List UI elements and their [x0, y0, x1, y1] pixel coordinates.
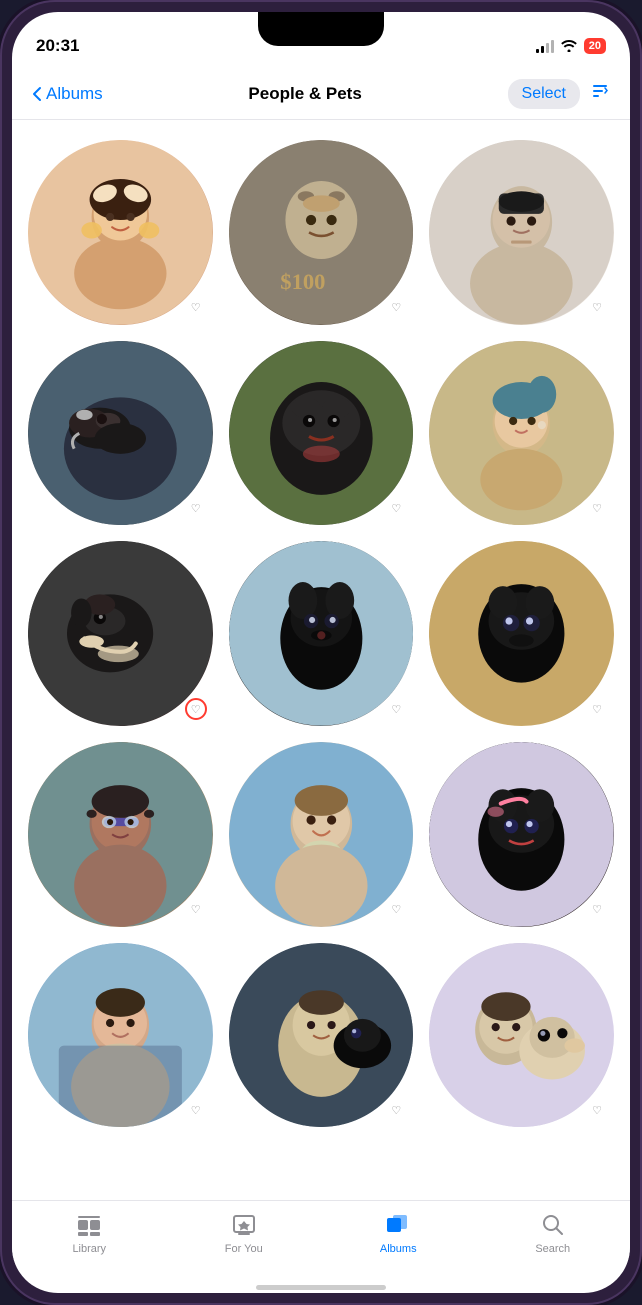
- home-indicator: [12, 1285, 630, 1293]
- heart-button-6[interactable]: ♡: [586, 497, 608, 519]
- photo-circle: [229, 943, 414, 1128]
- photo-circle: [28, 140, 213, 325]
- list-item[interactable]: $100 ♡: [229, 140, 414, 325]
- tab-albums-label: Albums: [380, 1243, 417, 1255]
- nav-bar: Albums People & Pets Select: [12, 68, 630, 120]
- photo-circle: [229, 742, 414, 927]
- home-bar: [256, 1285, 386, 1290]
- tab-search-label: Search: [535, 1243, 570, 1255]
- heart-button-14[interactable]: ♡: [385, 1099, 407, 1121]
- notch: [258, 12, 384, 46]
- heart-button-5[interactable]: ♡: [385, 497, 407, 519]
- albums-icon: [384, 1211, 412, 1239]
- list-item[interactable]: ♡: [429, 943, 614, 1128]
- nav-right: Select: [508, 79, 610, 109]
- photo-circle: [229, 541, 414, 726]
- heart-button-12[interactable]: ♡: [586, 899, 608, 921]
- photo-circle: $100: [229, 140, 414, 325]
- list-item[interactable]: ♡: [429, 140, 614, 325]
- for-you-icon: [230, 1211, 258, 1239]
- search-icon: [539, 1211, 567, 1239]
- back-button[interactable]: Albums: [32, 84, 103, 104]
- heart-button-2[interactable]: ♡: [385, 297, 407, 319]
- photo-circle: [28, 341, 213, 526]
- photo-circle: [28, 943, 213, 1128]
- tab-for-you-label: For You: [225, 1243, 263, 1255]
- tab-library-label: Library: [72, 1243, 106, 1255]
- wifi-icon: [560, 38, 578, 55]
- list-item[interactable]: ♡: [28, 541, 213, 726]
- heart-button-1[interactable]: ♡: [185, 297, 207, 319]
- photo-circle: [28, 742, 213, 927]
- list-item[interactable]: ♡: [229, 541, 414, 726]
- list-item[interactable]: ♡: [429, 742, 614, 927]
- svg-text:$100: $100: [280, 269, 325, 294]
- heart-button-10[interactable]: ♡: [185, 899, 207, 921]
- list-item[interactable]: ♡: [229, 943, 414, 1128]
- list-item[interactable]: ♡: [429, 541, 614, 726]
- photo-circle: [429, 742, 614, 927]
- sort-icon[interactable]: [590, 81, 610, 107]
- list-item[interactable]: ♡: [229, 341, 414, 526]
- list-item[interactable]: ♡: [28, 943, 213, 1128]
- status-time: 20:31: [36, 36, 79, 56]
- heart-button-8[interactable]: ♡: [385, 698, 407, 720]
- phone-frame: 20:31 20: [0, 0, 642, 1305]
- signal-icon: [536, 39, 554, 53]
- tab-library[interactable]: Library: [12, 1211, 167, 1255]
- photo-circle: [429, 341, 614, 526]
- photo-grid: ♡ $100: [28, 140, 614, 1127]
- photo-circle: [229, 341, 414, 526]
- tab-albums[interactable]: Albums: [321, 1211, 476, 1255]
- heart-button-11[interactable]: ♡: [385, 899, 407, 921]
- photo-grid-area: ♡ $100: [12, 120, 630, 1200]
- list-item[interactable]: ♡: [229, 742, 414, 927]
- back-label: Albums: [46, 84, 103, 104]
- list-item[interactable]: ♡: [28, 341, 213, 526]
- tab-bar: Library For You: [12, 1200, 630, 1285]
- library-icon: [75, 1211, 103, 1239]
- tab-for-you[interactable]: For You: [167, 1211, 322, 1255]
- photo-circle: [429, 943, 614, 1128]
- phone-screen: 20:31 20: [12, 12, 630, 1293]
- list-item[interactable]: ♡: [429, 341, 614, 526]
- nav-title: People & Pets: [248, 84, 361, 104]
- list-item[interactable]: ♡: [28, 742, 213, 927]
- heart-button-9[interactable]: ♡: [586, 698, 608, 720]
- photo-circle: [429, 541, 614, 726]
- photo-circle: [429, 140, 614, 325]
- select-button[interactable]: Select: [508, 79, 580, 109]
- heart-button-15[interactable]: ♡: [586, 1099, 608, 1121]
- photo-circle: [28, 541, 213, 726]
- heart-button-3[interactable]: ♡: [586, 297, 608, 319]
- heart-button-4[interactable]: ♡: [185, 497, 207, 519]
- tab-search[interactable]: Search: [476, 1211, 631, 1255]
- heart-button-13[interactable]: ♡: [185, 1099, 207, 1121]
- battery-badge: 20: [584, 38, 606, 54]
- heart-button-7[interactable]: ♡: [185, 698, 207, 720]
- list-item[interactable]: ♡: [28, 140, 213, 325]
- status-icons: 20: [536, 38, 606, 55]
